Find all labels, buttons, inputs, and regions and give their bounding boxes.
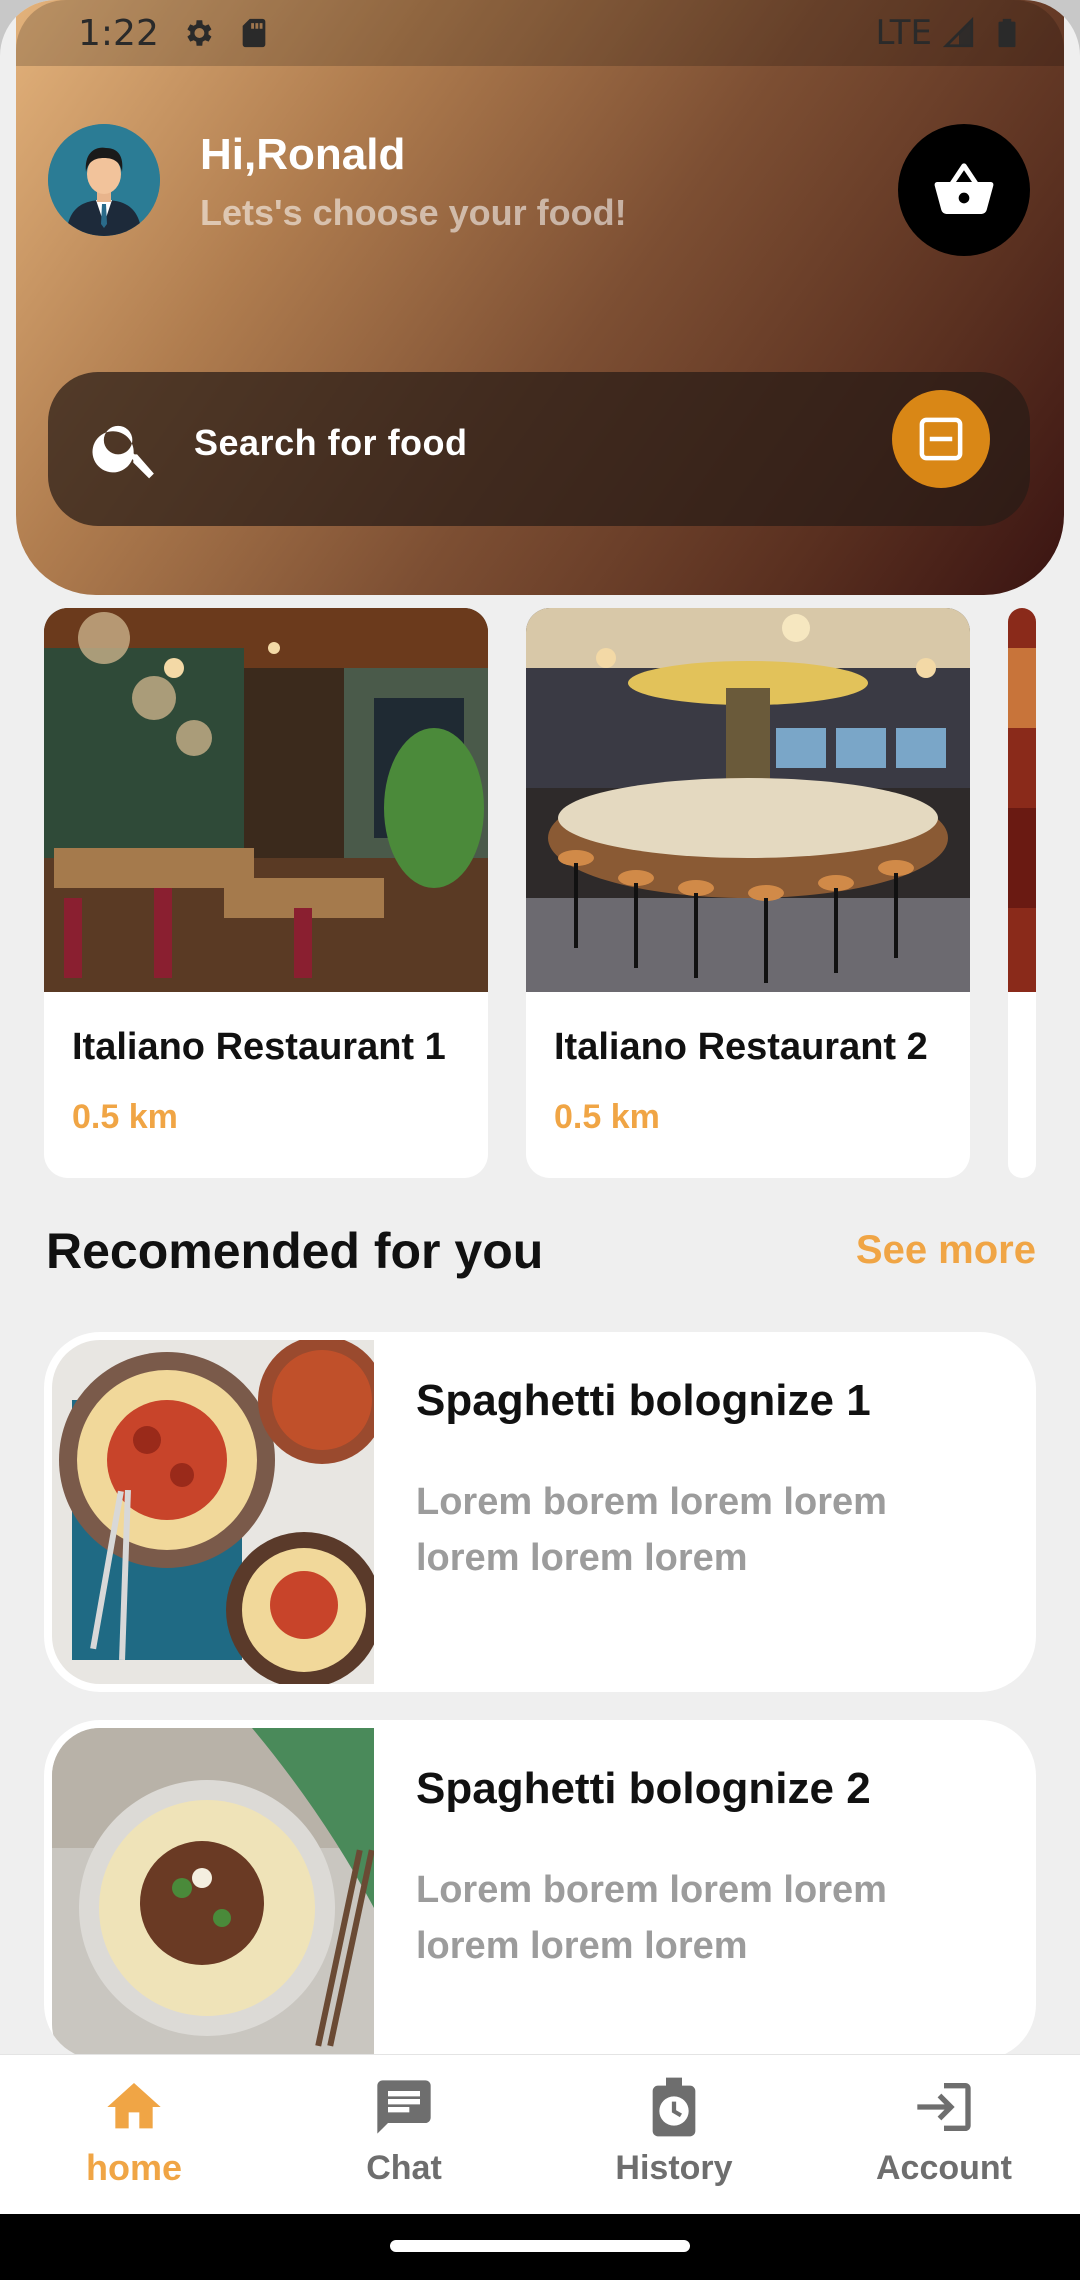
greeting-subtitle: Lets's choose your food! (200, 192, 627, 233)
nav-item-account[interactable]: Account (834, 2075, 1054, 2205)
dish-photo (52, 1340, 374, 1684)
nav-label: home (85, 2147, 182, 2188)
dish-description: Lorem borem lorem lorem lorem lorem lore… (416, 1481, 887, 1579)
dish-description: Lorem borem lorem lorem lorem lorem lore… (416, 1869, 887, 1967)
filter-button[interactable] (892, 390, 990, 488)
home-gesture-handle[interactable] (390, 2240, 690, 2252)
search-input[interactable]: Search for food (194, 422, 468, 464)
battery-icon (998, 18, 1016, 48)
nav-item-home[interactable]: home (24, 2075, 244, 2205)
nav-label: Account (876, 2149, 1012, 2187)
dish-photo (52, 1728, 374, 2060)
basket-icon (934, 163, 994, 215)
nav-item-chat[interactable]: Chat (294, 2075, 514, 2205)
nav-item-history[interactable]: History (564, 2075, 784, 2205)
restaurant-card-partial[interactable] (1008, 608, 1036, 1178)
section-title: Recomended for you (46, 1223, 544, 1279)
recommended-card[interactable]: Spaghetti bolognize 2 Lorem borem lorem … (44, 1720, 1036, 2060)
filter-icon (919, 417, 963, 461)
greeting-text: Hi,Ronald (200, 130, 406, 179)
restaurant-name: Italiano Restaurant 2 (554, 1026, 928, 1068)
restaurant-distance: 0.5 km (554, 1098, 660, 1136)
status-bar: 1:22 LTE (16, 0, 1064, 66)
app-screen: 1:22 LTE Hi,Ronald Lets's choose your fo… (0, 0, 1080, 2280)
restaurant-photo (526, 608, 970, 992)
nav-label: History (615, 2149, 733, 2187)
chat-icon (377, 2080, 431, 2134)
see-more-link[interactable]: See more (856, 1228, 1036, 1273)
restaurant-name: Italiano Restaurant 1 (72, 1026, 446, 1068)
restaurant-distance: 0.5 km (72, 1098, 178, 1136)
status-time: 1:22 (78, 12, 159, 54)
login-icon (917, 2083, 971, 2131)
sd-card-icon (242, 18, 266, 48)
dish-title: Spaghetti bolognize 2 (416, 1764, 871, 1813)
restaurant-card[interactable]: Italiano Restaurant 2 0.5 km (526, 608, 970, 1178)
home-icon (107, 2083, 161, 2129)
search-icon (92, 425, 154, 479)
recommended-card[interactable]: Spaghetti bolognize 1 Lorem borem lorem … (44, 1332, 1036, 1692)
cart-button[interactable] (898, 124, 1030, 256)
restaurant-card[interactable]: Italiano Restaurant 1 0.5 km (44, 608, 488, 1178)
restaurant-photo (44, 608, 488, 992)
restaurant-photo (1008, 608, 1036, 992)
avatar[interactable] (48, 124, 160, 236)
signal-icon (942, 16, 974, 48)
search-bar[interactable]: Search for food (48, 372, 1030, 526)
nav-label: Chat (366, 2149, 442, 2187)
network-type: LTE (875, 13, 932, 53)
history-icon (652, 2077, 696, 2137)
user-portrait-icon (48, 124, 160, 236)
bottom-navigation: home Chat History Account (0, 2054, 1080, 2214)
settings-gear-icon (187, 20, 212, 46)
dish-title: Spaghetti bolognize 1 (416, 1376, 871, 1425)
